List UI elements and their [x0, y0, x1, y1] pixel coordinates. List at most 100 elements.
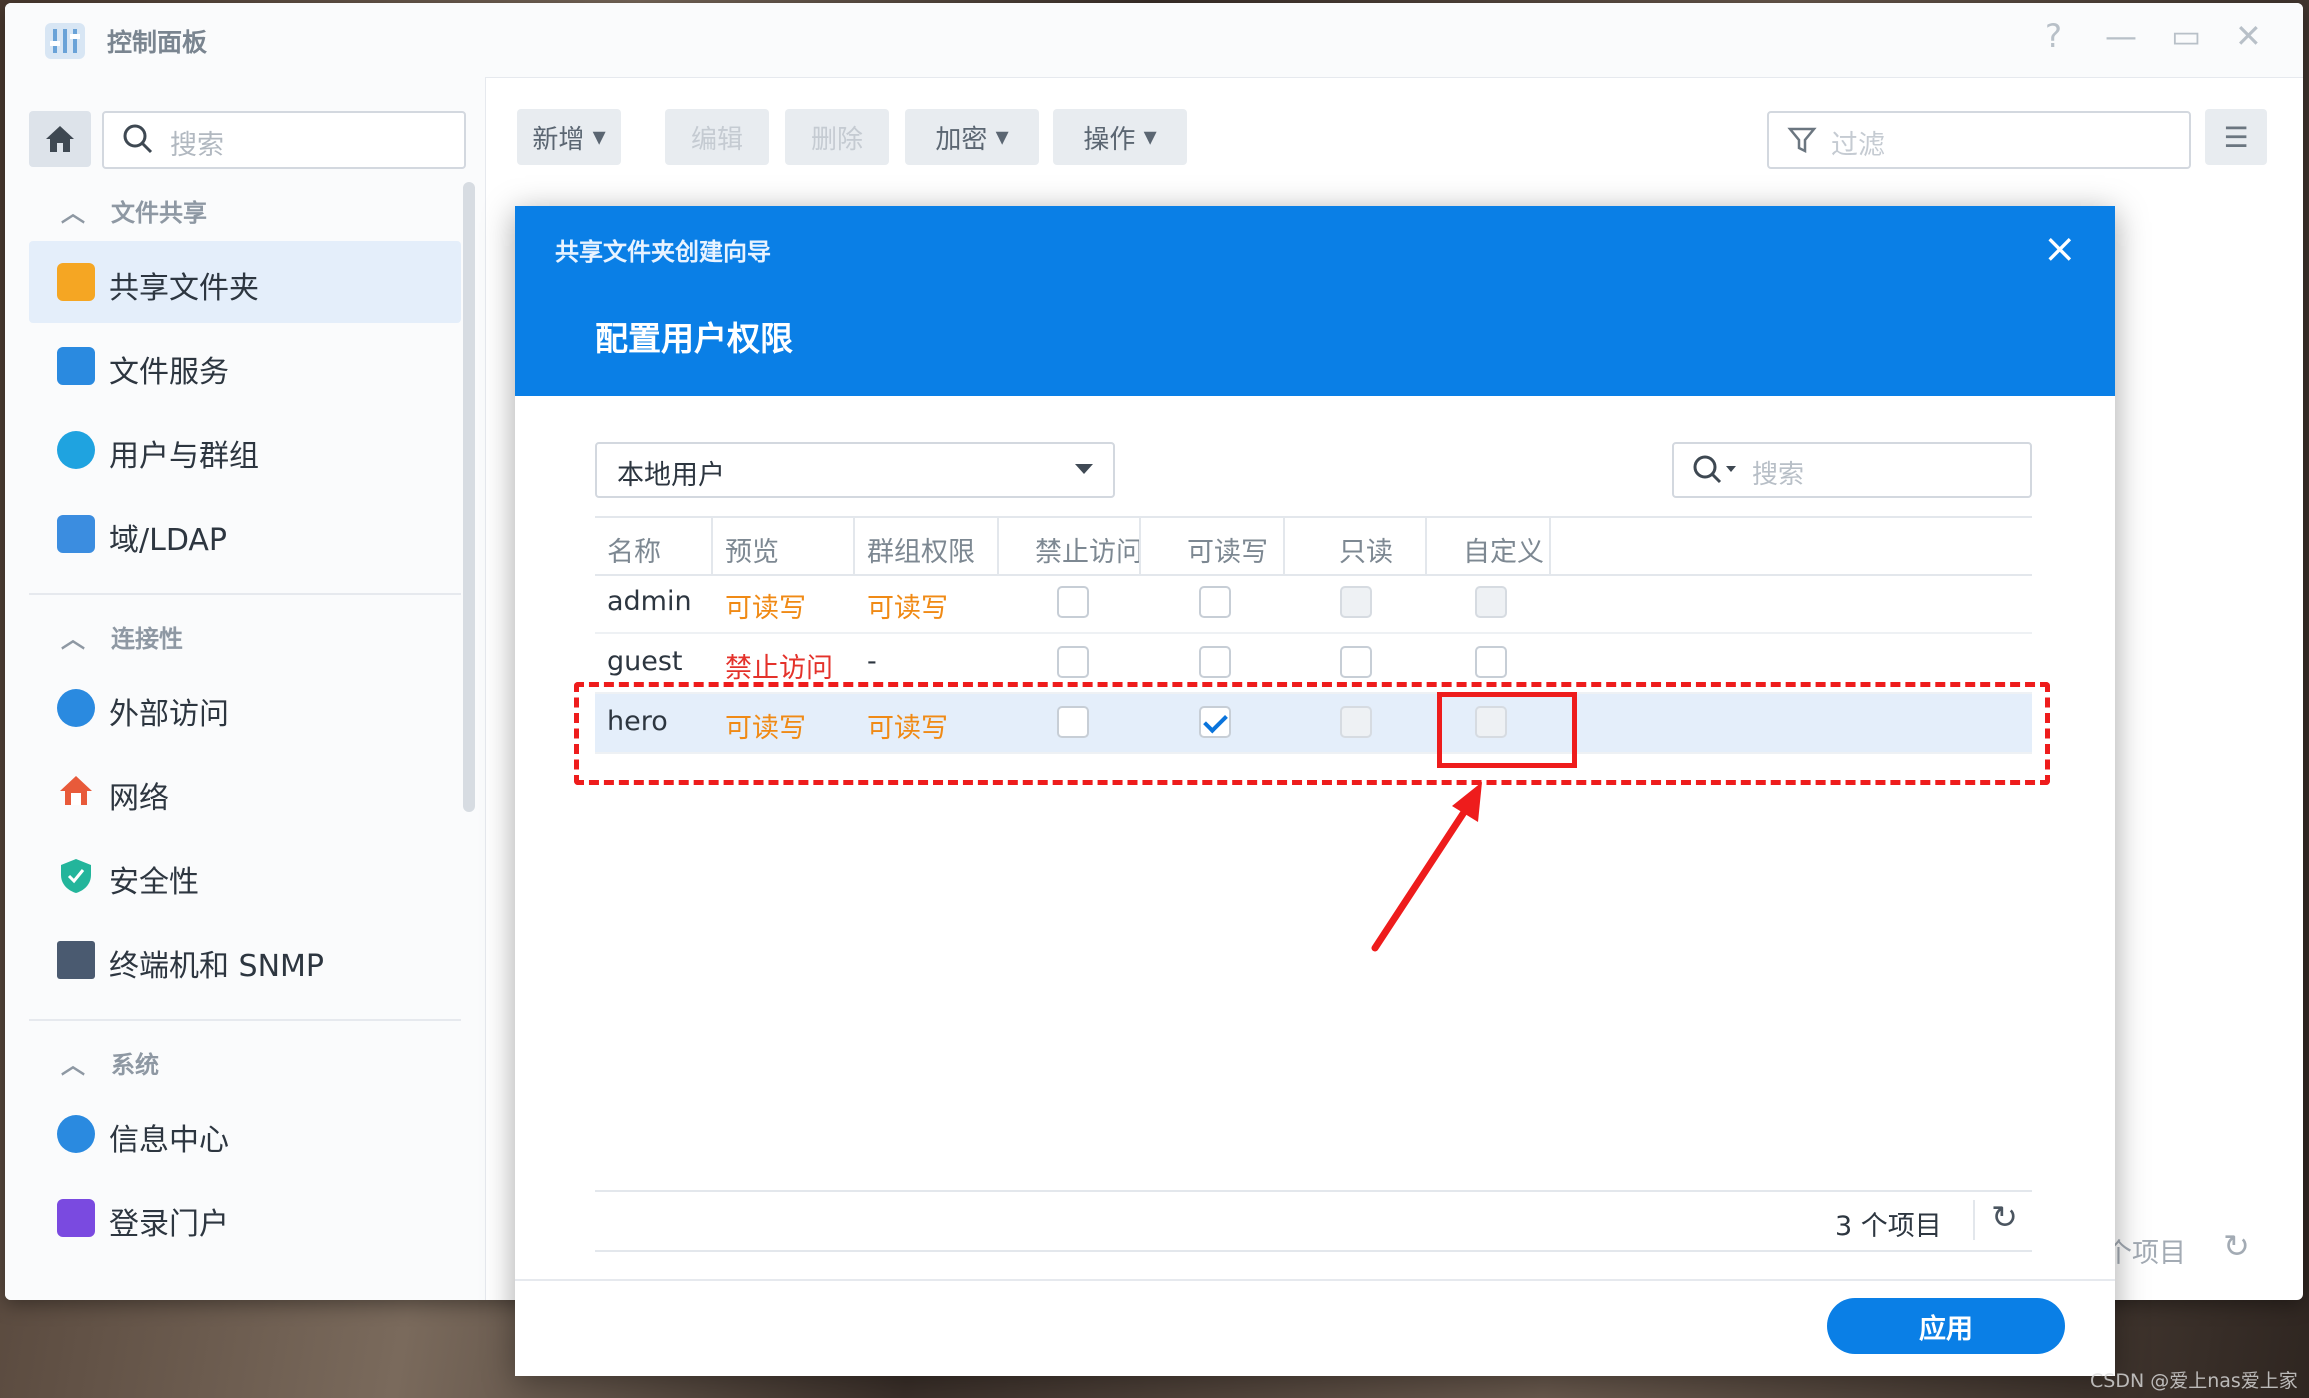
filter-placeholder: 过滤: [1831, 130, 1885, 161]
annotation-checkbox-highlight: [1437, 692, 1577, 768]
column-header-name[interactable]: 名称: [607, 530, 661, 569]
table-header: 名称 预览 群组权限 禁止访问 可读写 只读 自定义: [595, 516, 2032, 576]
deny-checkbox[interactable]: [1057, 646, 1089, 678]
section-file-sharing[interactable]: ︿ 文件共享: [61, 193, 207, 228]
watermark: CSDN @爱上nas爱上家: [2090, 1370, 2298, 1392]
read-write-checkbox[interactable]: [1199, 586, 1231, 618]
divider: [29, 593, 461, 595]
column-separator: [853, 518, 855, 574]
sidebar-item-file-services[interactable]: 文件服务: [29, 325, 461, 407]
column-header-read-only[interactable]: 只读: [1339, 530, 1393, 569]
domain-ldap-icon: [57, 515, 95, 553]
home-icon: [46, 126, 74, 152]
sidebar-item-terminal-snmp[interactable]: 终端机和 SNMP: [29, 919, 461, 1001]
column-separator: [1139, 518, 1141, 574]
user-name: admin: [607, 586, 692, 617]
sidebar-item-user-group[interactable]: 用户与群组: [29, 409, 461, 491]
user-search-input[interactable]: 搜索: [1672, 442, 2032, 498]
filter-input[interactable]: 过滤: [1767, 111, 2191, 169]
sidebar-item-shared-folder[interactable]: 共享文件夹: [29, 241, 461, 323]
sidebar-item-label: 文件服务: [109, 355, 229, 390]
column-separator: [711, 518, 713, 574]
section-label: 系统: [111, 1051, 159, 1079]
refresh-icon[interactable]: ↻: [1991, 1198, 2018, 1236]
chevron-up-icon: ︿: [61, 1051, 85, 1079]
sort-button[interactable]: ☰: [2205, 109, 2267, 165]
home-button[interactable]: [29, 111, 91, 167]
custom-checkbox[interactable]: [1475, 586, 1507, 618]
read-only-checkbox[interactable]: [1340, 586, 1372, 618]
column-header-preview[interactable]: 预览: [725, 530, 779, 569]
info-center-icon: [57, 1115, 95, 1153]
delete-button[interactable]: 删除: [785, 109, 889, 165]
sidebar-search-input[interactable]: 搜索: [102, 111, 466, 169]
footer-separator: [1973, 1200, 1975, 1240]
control-panel-app-icon: [45, 23, 85, 59]
sidebar-scrollbar[interactable]: [463, 182, 475, 812]
group-permission: -: [867, 646, 877, 677]
column-header-custom[interactable]: 自定义: [1463, 530, 1544, 569]
login-portal-icon: [57, 1199, 95, 1237]
action-button[interactable]: 操作 ▾: [1053, 109, 1187, 165]
sidebar-item-security[interactable]: 安全性: [29, 835, 461, 917]
sidebar-item-label: 用户与群组: [109, 439, 259, 474]
create-shared-folder-dialog: 共享文件夹创建向导 配置用户权限 × 本地用户 搜索 名称 预览 群组权限 禁止…: [515, 206, 2115, 1376]
wizard-title: 共享文件夹创建向导: [555, 238, 771, 266]
minimize-button[interactable]: —: [2105, 17, 2137, 55]
dialog-close-icon[interactable]: ×: [2043, 226, 2077, 272]
sidebar-item-network[interactable]: 网络: [29, 751, 461, 833]
edit-button[interactable]: 编辑: [665, 109, 769, 165]
window-title: 控制面板: [107, 28, 208, 57]
section-system[interactable]: ︿ 系统: [61, 1045, 159, 1080]
add-label: 新增: [532, 124, 585, 155]
title-bar: 控制面板 ? — ▭ ✕: [5, 3, 2303, 78]
sidebar: 搜索 ︿ 文件共享 共享文件夹 文件服务 用户与群组 域/LDAP ︿ 连接性 外部…: [5, 77, 486, 1300]
file-services-icon: [57, 347, 95, 385]
sidebar-item-label: 安全性: [109, 865, 199, 900]
table-row-admin[interactable]: admin 可读写 可读写: [595, 574, 2032, 634]
delete-label: 删除: [810, 124, 863, 155]
section-label: 文件共享: [111, 199, 207, 227]
group-permission: 可读写: [867, 593, 948, 624]
column-separator: [1283, 518, 1285, 574]
dialog-footer-divider: [515, 1279, 2115, 1281]
sidebar-search-placeholder: 搜索: [170, 130, 224, 161]
close-window-button[interactable]: ✕: [2235, 17, 2262, 55]
help-button[interactable]: ?: [2045, 17, 2062, 55]
action-label: 操作: [1083, 124, 1136, 155]
search-icon: [123, 124, 153, 154]
read-only-checkbox[interactable]: [1340, 646, 1372, 678]
sidebar-item-login-portal[interactable]: 登录门户: [29, 1177, 461, 1259]
user-type-select[interactable]: 本地用户: [595, 442, 1115, 498]
custom-checkbox[interactable]: [1475, 646, 1507, 678]
encrypt-button[interactable]: 加密 ▾: [905, 109, 1039, 165]
user-group-icon: [57, 431, 95, 469]
user-type-value: 本地用户: [617, 460, 725, 491]
background-item-count: 个项目: [2105, 1238, 2186, 1269]
sidebar-item-label: 外部访问: [109, 697, 229, 732]
sidebar-item-label: 网络: [109, 781, 169, 816]
column-header-read-write[interactable]: 可读写: [1187, 530, 1268, 569]
section-label: 连接性: [111, 625, 183, 653]
edit-label: 编辑: [690, 124, 743, 155]
caret-down-icon: [1075, 464, 1093, 474]
sidebar-item-domain-ldap[interactable]: 域/LDAP: [29, 493, 461, 575]
read-write-checkbox[interactable]: [1199, 646, 1231, 678]
network-icon: [60, 776, 92, 805]
column-header-deny[interactable]: 禁止访问: [1035, 530, 1143, 569]
section-connectivity[interactable]: ︿ 连接性: [61, 619, 183, 654]
deny-checkbox[interactable]: [1057, 586, 1089, 618]
maximize-button[interactable]: ▭: [2171, 17, 2201, 55]
apply-button[interactable]: 应用: [1827, 1298, 2065, 1354]
sidebar-item-info-center[interactable]: 信息中心: [29, 1093, 461, 1175]
sidebar-item-external-access[interactable]: 外部访问: [29, 667, 461, 749]
column-header-group[interactable]: 群组权限: [867, 530, 975, 569]
divider: [29, 1019, 461, 1021]
column-separator: [1425, 518, 1427, 574]
user-name: guest: [607, 646, 683, 677]
sidebar-item-label: 终端机和 SNMP: [109, 949, 324, 984]
sidebar-item-label: 信息中心: [109, 1123, 229, 1158]
background-refresh-icon[interactable]: ↻: [2223, 1227, 2250, 1265]
add-button[interactable]: 新增 ▾: [517, 109, 621, 165]
preview-permission: 禁止访问: [725, 653, 833, 684]
